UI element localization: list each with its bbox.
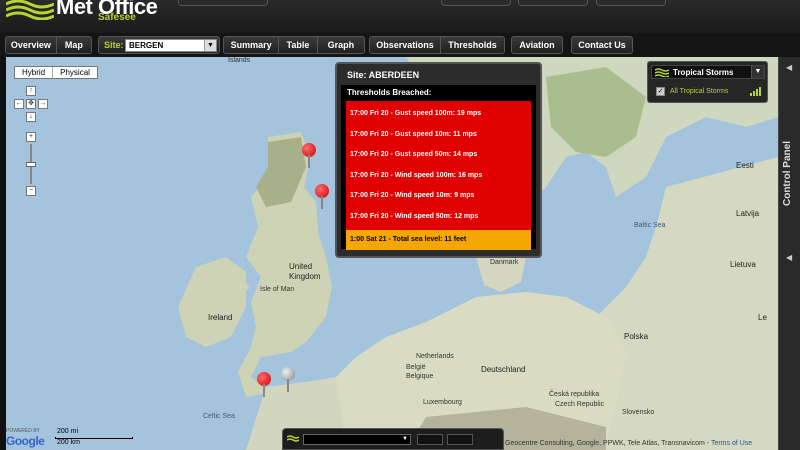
chevron-left-icon[interactable]: ◀ — [786, 63, 792, 72]
map-label-baltic-sea: Baltic Sea — [634, 222, 666, 229]
map-scale: 200 mi 200 km — [55, 428, 133, 448]
attribution-text: Geocentre Consulting, Google, PPWK, Tele… — [505, 440, 711, 447]
obs-group: Observations Thresholds — [369, 36, 505, 54]
all-tropical-storms-label: All Tropical Storms — [670, 88, 729, 95]
table-button[interactable]: Table — [279, 37, 318, 53]
breach-item: 17:00 Fri 20 - Wind speed 50m: 12 mps — [350, 212, 479, 220]
layer-button-2[interactable] — [447, 434, 473, 445]
map-label-slovensko: Slovensko — [622, 409, 655, 416]
tropical-storms-panel: Tropical Storms ▼ ✓ All Tropical Storms — [647, 61, 768, 103]
chevron-down-icon[interactable]: ▼ — [204, 40, 216, 51]
map-label-le: Le — [758, 313, 767, 322]
chevron-left-icon[interactable]: ◀ — [786, 253, 792, 262]
breach-item-amber: 1:00 Sat 21 - Total sea level: 11 feet — [346, 230, 531, 250]
map-label-ceska: Česká republika — [549, 391, 600, 398]
all-tropical-storms-row[interactable]: ✓ All Tropical Storms — [656, 84, 764, 99]
chevron-down-icon[interactable]: ▼ — [400, 435, 410, 444]
site-threshold-popup: Site: ABERDEEN Thresholds Breached: 17:0… — [335, 62, 542, 258]
terms-of-use-link[interactable]: Terms of Use — [711, 440, 752, 447]
popup-body: Thresholds Breached: 17:00 Fri 20 - Gust… — [341, 85, 536, 250]
map-type-physical-button[interactable]: Physical — [53, 67, 97, 78]
aviation-button[interactable]: Aviation — [511, 36, 563, 54]
breach-item: 17:00 Fri 20 - Wind speed 10m: 9 mps — [350, 192, 475, 199]
map-label-belgique: Belgique — [406, 373, 434, 380]
chevron-down-icon[interactable]: ▼ — [751, 66, 764, 78]
popup-title: Site: ABERDEEN — [347, 70, 420, 80]
site-dropdown-value: BERGEN — [129, 41, 164, 50]
header-tab-2[interactable] — [518, 0, 588, 6]
layer-button-1[interactable] — [417, 434, 443, 445]
map-label-isle-of-man: Isle of Man — [260, 286, 295, 293]
app-header: Met Office Safesee — [0, 0, 800, 33]
main-toolbar: Overview Map Site: BERGEN ▼ Summary Tabl… — [0, 33, 800, 57]
map-label-deutschland: Deutschland — [481, 365, 526, 374]
map-label-eesti: Eesti — [736, 161, 754, 170]
map-label-luxembourg: Luxembourg — [423, 399, 462, 406]
map-label-united-kingdom: United Kingdom — [289, 262, 321, 281]
storm-waves-icon — [655, 68, 669, 77]
logo-subtitle: Safesee — [98, 12, 136, 23]
pan-up-icon[interactable]: ↑ — [26, 86, 36, 96]
bottom-layer-bar: ▼ — [282, 428, 504, 450]
data-view-group: Summary Table Graph — [223, 36, 365, 54]
all-tropical-storms-checkbox[interactable]: ✓ — [656, 87, 665, 96]
summary-button[interactable]: Summary — [224, 37, 280, 53]
signal-bars-icon — [750, 87, 761, 96]
breach-list: 17:00 Fri 20 - Gust speed 100m: 19 mps 1… — [346, 101, 531, 230]
breach-item: 17:00 Fri 20 - Gust speed 10m: 11 mps — [350, 130, 477, 138]
map-label-lietuva: Lietuva — [730, 260, 756, 269]
zoom-out-icon[interactable]: − — [26, 186, 36, 196]
header-tab-1[interactable] — [441, 0, 511, 6]
met-office-logo-icon — [6, 0, 54, 20]
map-label-belgie: België — [406, 364, 426, 371]
map-label-polska: Polska — [624, 332, 649, 341]
thresholds-button[interactable]: Thresholds — [440, 37, 504, 53]
layer-select[interactable]: ▼ — [303, 434, 411, 445]
map-label-celtic-sea: Celtic Sea — [203, 413, 235, 420]
view-group: Overview Map — [5, 36, 92, 54]
map-label-ireland: Ireland — [208, 313, 233, 322]
map-button[interactable]: Map — [56, 37, 91, 53]
tropical-storms-title: Tropical Storms — [673, 68, 734, 77]
map-label-netherlands: Netherlands — [416, 353, 454, 360]
map-attribution: Geocentre Consulting, Google, PPWK, Tele… — [505, 440, 752, 447]
map-pin-red[interactable] — [302, 143, 316, 168]
breach-item: 17:00 Fri 20 - Gust speed 100m: 19 mps — [350, 110, 482, 117]
pan-left-icon[interactable]: ← — [14, 99, 24, 109]
map-label-islands: Islands — [228, 57, 251, 64]
site-dropdown[interactable]: BERGEN ▼ — [125, 39, 217, 52]
contact-us-button[interactable]: Contact Us — [571, 36, 633, 54]
map-type-toggle: Hybrid Physical — [14, 66, 98, 79]
zoom-in-icon[interactable]: + — [26, 132, 36, 142]
graph-button[interactable]: Graph — [317, 37, 364, 53]
control-panel-label: Control Panel — [782, 141, 793, 207]
scale-km: 200 km — [57, 439, 80, 446]
map-label-denmark: Danmark — [490, 259, 519, 266]
pan-down-icon[interactable]: ↓ — [26, 112, 36, 122]
google-logo[interactable]: Google — [6, 434, 45, 448]
overview-button[interactable]: Overview — [6, 37, 57, 53]
pan-center-icon[interactable]: ✥ — [26, 99, 36, 109]
control-panel-tab[interactable]: ◀ Control Panel ◀ — [778, 57, 800, 450]
map-type-hybrid-button[interactable]: Hybrid — [15, 67, 54, 78]
map-label-czech: Czech Republic — [555, 401, 605, 408]
map-pin-grey[interactable] — [281, 367, 295, 392]
header-tab-3[interactable] — [596, 0, 666, 6]
site-label: Site: — [104, 40, 124, 50]
layer-waves-icon — [287, 435, 299, 442]
header-tab-left[interactable] — [178, 0, 268, 6]
breach-item: 17:00 Fri 20 - Wind speed 100m: 16 mps — [350, 171, 483, 179]
breach-item: 17:00 Fri 20 - Gust speed 50m: 14 mps — [350, 151, 478, 158]
site-selector: Site: BERGEN ▼ — [98, 36, 220, 54]
map-pin-aberdeen[interactable] — [315, 184, 329, 209]
pan-right-icon[interactable]: → — [38, 99, 48, 109]
scale-miles: 200 mi — [57, 428, 79, 435]
tropical-storms-dropdown[interactable]: Tropical Storms ▼ — [651, 65, 765, 79]
map-pin-red[interactable] — [257, 372, 271, 397]
popup-subtitle: Thresholds Breached: — [347, 88, 432, 97]
observations-button[interactable]: Observations — [370, 37, 441, 53]
map-label-latvija: Latvija — [736, 209, 760, 218]
zoom-slider-handle[interactable] — [26, 162, 36, 167]
